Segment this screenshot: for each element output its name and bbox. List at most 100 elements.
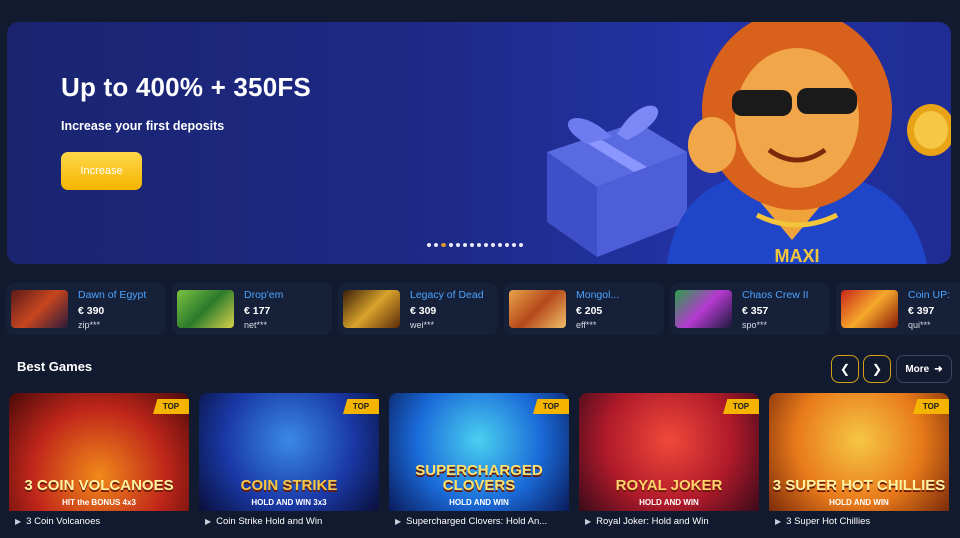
winner-game-name[interactable]: Legacy of Dead: [410, 289, 484, 301]
banner-subtitle: Increase your first deposits: [61, 119, 225, 133]
carousel-dot[interactable]: [477, 243, 481, 247]
game-caption[interactable]: ▶ 3 Coin Volcanoes: [15, 516, 100, 527]
winner-user: zip***: [78, 320, 101, 330]
winner-card[interactable]: Legacy of Dead € 309 wei***: [338, 283, 498, 335]
winner-game-name[interactable]: Chaos Crew II: [742, 289, 809, 301]
game-art-subtitle: HOLD AND WIN: [829, 498, 889, 507]
best-games-title: Best Games: [17, 359, 93, 374]
carousel-dot[interactable]: [491, 243, 495, 247]
top-badge: TOP: [533, 399, 569, 414]
carousel-dot[interactable]: [463, 243, 467, 247]
winner-user: wei***: [410, 320, 435, 330]
game-thumbnail: [11, 290, 68, 328]
carousel-dot[interactable]: [484, 243, 488, 247]
game-art[interactable]: SUPERCHARGED CLOVERS HOLD AND WIN TOP: [389, 393, 569, 511]
provider-icon: ▶: [775, 517, 782, 526]
game-thumbnail: [343, 290, 400, 328]
winner-card[interactable]: Mongol... € 205 eff***: [504, 283, 664, 335]
increase-button[interactable]: Increase: [61, 152, 142, 190]
provider-icon: ▶: [205, 517, 212, 526]
winner-amount: € 397: [908, 305, 935, 317]
carousel-dot[interactable]: [505, 243, 509, 247]
winner-amount: € 390: [78, 305, 105, 317]
game-caption[interactable]: ▶ Royal Joker: Hold and Win: [585, 516, 709, 527]
game-card[interactable]: COIN STRIKE HOLD AND WIN 3x3 TOP ▶ Coin Stri…: [199, 393, 379, 533]
top-badge: TOP: [913, 399, 949, 414]
top-badge: TOP: [723, 399, 759, 414]
game-art-subtitle: HOLD AND WIN: [449, 498, 509, 507]
next-button[interactable]: ❯: [863, 355, 891, 383]
coin-icon: [907, 104, 951, 156]
provider-icon: ▶: [395, 517, 402, 526]
winner-card[interactable]: Coin UP: € 397 qui***: [836, 283, 960, 335]
arrow-right-icon: ➜: [934, 363, 943, 375]
winner-user: net***: [244, 320, 268, 330]
winner-amount: € 309: [410, 305, 437, 317]
game-name: 3 Super Hot Chillies: [786, 516, 871, 527]
chevron-right-icon: ❯: [871, 362, 883, 376]
carousel-dot[interactable]: [519, 243, 523, 247]
game-art-title: 3 SUPER HOT CHILLIES: [772, 477, 946, 494]
game-art[interactable]: 3 COIN VOLCANOES HIT the BONUS 4x3 TOP: [9, 393, 189, 511]
game-art[interactable]: 3 SUPER HOT CHILLIES HOLD AND WIN TOP: [769, 393, 949, 511]
winner-user: spo***: [742, 320, 768, 330]
winner-amount: € 177: [244, 305, 271, 317]
carousel-dot[interactable]: [427, 243, 431, 247]
lion-mascot-illustration: MAXI: [667, 22, 927, 264]
game-caption[interactable]: ▶ Supercharged Clovers: Hold An...: [395, 516, 547, 527]
game-name: Royal Joker: Hold and Win: [596, 516, 709, 527]
game-art-title: 3 COIN VOLCANOES: [24, 477, 174, 494]
game-card[interactable]: 3 SUPER HOT CHILLIES HOLD AND WIN TOP ▶ 3 Su…: [769, 393, 949, 533]
game-card[interactable]: 3 COIN VOLCANOES HIT the BONUS 4x3 TOP ▶ 3 C…: [9, 393, 189, 533]
chevron-left-icon: ❮: [839, 362, 851, 376]
game-thumbnail: [675, 290, 732, 328]
carousel-dot[interactable]: [498, 243, 502, 247]
more-button[interactable]: More ➜: [896, 355, 952, 383]
provider-icon: ▶: [585, 517, 592, 526]
game-thumbnail: [841, 290, 898, 328]
game-name: 3 Coin Volcanoes: [26, 516, 101, 527]
carousel-dot[interactable]: [441, 243, 446, 247]
game-card[interactable]: SUPERCHARGED CLOVERS HOLD AND WIN TOP ▶ Supe…: [389, 393, 569, 533]
winner-user: eff***: [576, 320, 597, 330]
banner-title: Up to 400% + 350FS: [61, 72, 311, 102]
game-art-title: ROYAL JOKER: [615, 477, 723, 494]
carousel-dot[interactable]: [449, 243, 453, 247]
winner-game-name[interactable]: Dawn of Egypt: [78, 289, 146, 301]
carousel-dot[interactable]: [434, 243, 438, 247]
game-card[interactable]: ROYAL JOKER HOLD AND WIN TOP ▶ Royal Joker: …: [579, 393, 759, 533]
winner-user: qui***: [908, 320, 931, 330]
winner-game-name[interactable]: Coin UP:: [908, 289, 950, 301]
carousel-dot[interactable]: [512, 243, 516, 247]
game-caption[interactable]: ▶ 3 Super Hot Chillies: [775, 516, 870, 527]
winner-card[interactable]: Dawn of Egypt € 390 zip***: [6, 283, 166, 335]
winner-game-name[interactable]: Mongol...: [576, 289, 619, 301]
winner-game-name[interactable]: Drop'em: [244, 289, 283, 301]
recent-winners: Dawn of Egypt € 390 zip*** Drop'em € 177 net*…: [0, 283, 960, 337]
prev-button[interactable]: ❮: [831, 355, 859, 383]
game-art[interactable]: COIN STRIKE HOLD AND WIN 3x3 TOP: [199, 393, 379, 511]
game-thumbnail: [177, 290, 234, 328]
game-art-subtitle: HOLD AND WIN: [639, 498, 699, 507]
game-thumbnail: [509, 290, 566, 328]
game-art-subtitle: HIT the BONUS 4x3: [62, 498, 136, 507]
provider-icon: ▶: [15, 517, 22, 526]
promo-banner[interactable]: Up to 400% + 350FS Increase your first d…: [7, 22, 951, 264]
more-label: More: [905, 363, 930, 375]
game-name: Supercharged Clovers: Hold An...: [406, 516, 548, 527]
carousel-dot[interactable]: [456, 243, 460, 247]
mascot-pendant-text: MAXI: [775, 246, 820, 264]
winner-card[interactable]: Chaos Crew II € 357 spo***: [670, 283, 830, 335]
game-caption[interactable]: ▶ Coin Strike Hold and Win: [205, 516, 322, 527]
winner-amount: € 357: [742, 305, 769, 317]
game-art-title: COIN STRIKE: [240, 477, 338, 494]
game-art-title: SUPERCHARGED CLOVERS: [415, 462, 543, 494]
carousel-dot[interactable]: [470, 243, 474, 247]
top-badge: TOP: [153, 399, 189, 414]
winner-amount: € 205: [576, 305, 603, 317]
carousel-dots: [427, 243, 523, 247]
game-art[interactable]: ROYAL JOKER HOLD AND WIN TOP: [579, 393, 759, 511]
game-name: Coin Strike Hold and Win: [216, 516, 323, 527]
game-art-subtitle: HOLD AND WIN 3x3: [251, 498, 327, 507]
winner-card[interactable]: Drop'em € 177 net***: [172, 283, 332, 335]
